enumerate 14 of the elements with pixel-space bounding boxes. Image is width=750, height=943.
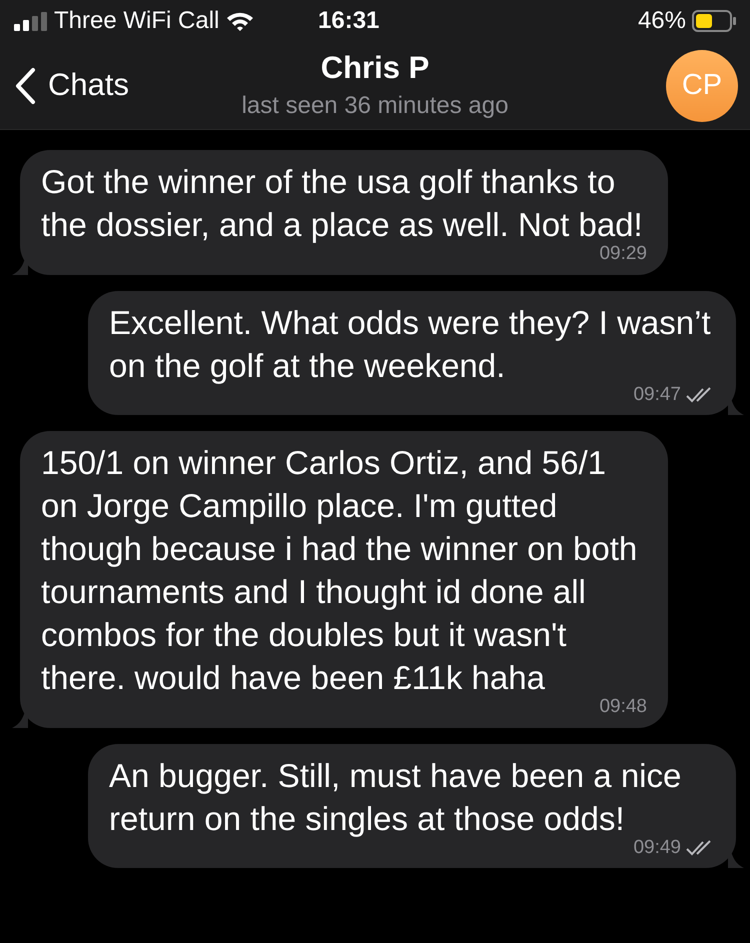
message-time: 09:48 (599, 695, 647, 719)
message-time: 09:29 (599, 242, 647, 266)
last-seen-status: last seen 36 minutes ago (242, 91, 508, 121)
battery-icon (692, 10, 736, 32)
back-button[interactable]: Chats (14, 62, 129, 109)
clock: 16:31 (318, 6, 380, 36)
message-text: Got the winner of the usa golf thanks to the dossier, and a place as well. Not bad! (41, 162, 644, 245)
carrier-name: Three WiFi Call (54, 6, 220, 36)
message-text: 150/1 on winner Carlos Ortiz, and 56/1 on Jorge Campillo place. I'm gutted though because i had the winner on both tournaments and I thought id done all combos for the doubles but it wasn't there. would have been £11k haha (41, 443, 638, 698)
battery-percentage: 46% (638, 6, 686, 36)
chevron-left-icon (14, 66, 36, 104)
signal-icon (14, 11, 48, 31)
contact-name: Chris P (320, 49, 430, 87)
wifi-icon (225, 10, 256, 32)
